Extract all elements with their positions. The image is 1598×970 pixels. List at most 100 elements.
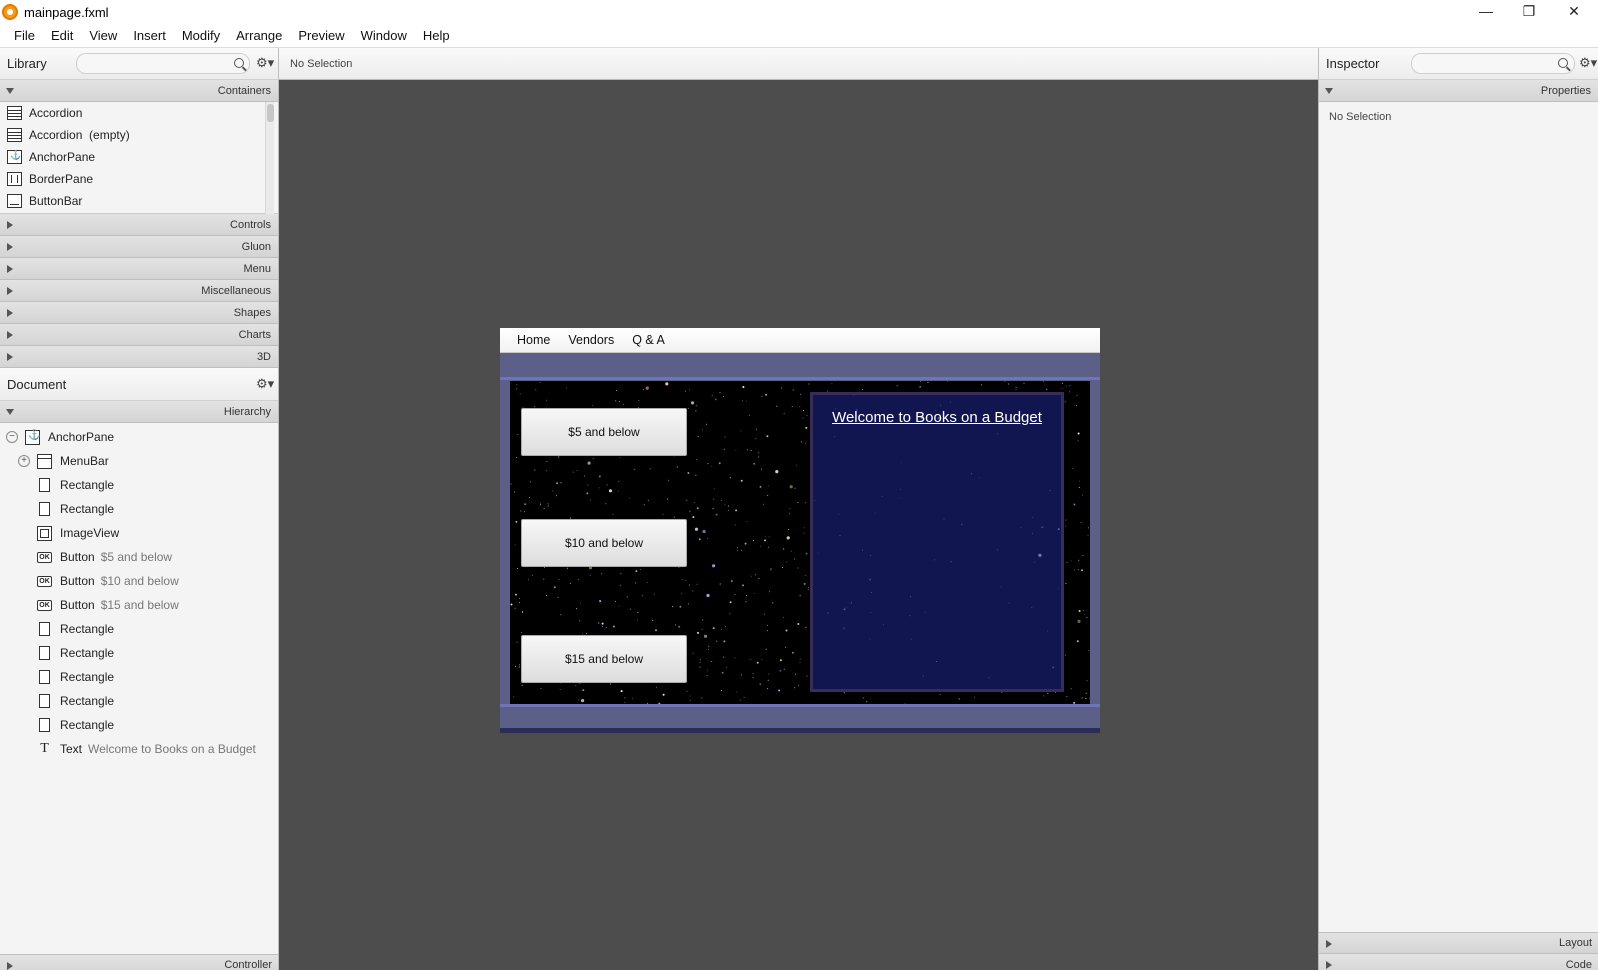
button-15-and-below[interactable]: $15 and below: [521, 635, 687, 683]
form-preview[interactable]: Home Vendors Q & A $5 and below $10 and …: [500, 328, 1100, 733]
preview-menu-home[interactable]: Home: [508, 333, 559, 347]
star: [789, 485, 793, 489]
star: [1085, 698, 1087, 699]
menu-window[interactable]: Window: [353, 28, 415, 43]
preview-menu-vendors[interactable]: Vendors: [559, 333, 623, 347]
section-hierarchy[interactable]: Hierarchy: [0, 401, 278, 423]
inspector-title: Inspector: [1326, 56, 1380, 71]
star: [755, 438, 757, 440]
button-5-and-below[interactable]: $5 and below: [521, 408, 687, 456]
star: [635, 583, 637, 585]
section-3d[interactable]: 3D: [0, 346, 278, 368]
star: [749, 658, 751, 660]
section-controller[interactable]: Controller: [0, 954, 278, 970]
expand-icon[interactable]: +: [18, 455, 30, 467]
scroll-thumb[interactable]: [267, 104, 274, 122]
tree-item-button[interactable]: OK Button $5 and below: [0, 545, 278, 569]
tree-item-button[interactable]: OK Button $15 and below: [0, 593, 278, 617]
library-item-buttonbar[interactable]: ButtonBar: [0, 190, 278, 212]
menu-preview[interactable]: Preview: [290, 28, 352, 43]
close-button[interactable]: ✕: [1551, 0, 1597, 22]
star: [791, 651, 794, 654]
star: [950, 561, 952, 563]
tree-item-rectangle[interactable]: Rectangle: [0, 641, 278, 665]
gear-icon[interactable]: ⚙▾: [1579, 55, 1597, 71]
section-controls[interactable]: Controls: [0, 214, 278, 236]
welcome-text[interactable]: Welcome to Books on a Budget: [813, 409, 1061, 426]
star: [795, 464, 797, 466]
section-layout[interactable]: Layout: [1319, 932, 1598, 954]
restore-button[interactable]: ❐: [1506, 0, 1552, 22]
star: [724, 503, 726, 505]
star: [1041, 526, 1044, 529]
star: [1083, 610, 1084, 611]
section-properties[interactable]: Properties: [1319, 80, 1598, 102]
menu-edit[interactable]: Edit: [43, 28, 81, 43]
star: [1020, 527, 1022, 528]
collapse-icon[interactable]: −: [6, 431, 18, 443]
star: [626, 596, 628, 598]
star: [643, 504, 645, 506]
star: [1057, 528, 1060, 531]
preview-menu-qa[interactable]: Q & A: [623, 333, 674, 347]
tree-item-rectangle[interactable]: Rectangle: [0, 497, 278, 521]
star: [582, 689, 585, 692]
library-item-accordion-empty[interactable]: Accordion (empty): [0, 124, 278, 146]
tree-item-rectangle[interactable]: Rectangle: [0, 689, 278, 713]
section-containers[interactable]: Containers: [0, 80, 278, 102]
section-gluon[interactable]: Gluon: [0, 236, 278, 258]
star: [754, 574, 756, 576]
menu-file[interactable]: File: [6, 28, 43, 43]
star: [922, 675, 924, 677]
star: [772, 602, 774, 604]
star: [791, 406, 793, 408]
library-item-accordion[interactable]: Accordion: [0, 102, 278, 124]
star: [601, 573, 603, 575]
star: [701, 429, 703, 431]
library-item-anchorpane[interactable]: AnchorPane: [0, 146, 278, 168]
tree-item-menubar[interactable]: + MenuBar: [0, 449, 278, 473]
tree-item-rectangle[interactable]: Rectangle: [0, 473, 278, 497]
minimize-button[interactable]: —: [1463, 0, 1509, 22]
star: [719, 392, 721, 394]
star: [696, 583, 698, 585]
section-shapes[interactable]: Shapes: [0, 302, 278, 324]
star: [1070, 560, 1072, 562]
section-miscellaneous[interactable]: Miscellaneous: [0, 280, 278, 302]
borderpane-icon: [7, 172, 22, 186]
star: [799, 595, 801, 597]
section-code[interactable]: Code: [1319, 954, 1598, 970]
star: [807, 587, 809, 589]
menu-modify[interactable]: Modify: [174, 28, 228, 43]
star: [624, 701, 626, 703]
section-charts[interactable]: Charts: [0, 324, 278, 346]
button-10-and-below[interactable]: $10 and below: [521, 519, 687, 567]
menu-insert[interactable]: Insert: [125, 28, 174, 43]
star: [615, 390, 617, 391]
menu-arrange[interactable]: Arrange: [228, 28, 290, 43]
star: [869, 638, 871, 640]
library-search-input[interactable]: [76, 53, 250, 74]
tree-item-button[interactable]: OK Button $10 and below: [0, 569, 278, 593]
library-item-borderpane[interactable]: BorderPane: [0, 168, 278, 190]
tree-item-rectangle[interactable]: Rectangle: [0, 617, 278, 641]
menu-help[interactable]: Help: [415, 28, 458, 43]
tree-item-anchorpane[interactable]: − AnchorPane: [0, 425, 278, 449]
gear-icon[interactable]: ⚙▾: [256, 376, 274, 392]
tree-item-text[interactable]: T Text Welcome to Books on a Budget: [0, 737, 278, 761]
tree-type: Text: [60, 742, 83, 756]
library-scrollbar[interactable]: [265, 102, 274, 214]
menu-view[interactable]: View: [81, 28, 125, 43]
star: [540, 503, 542, 505]
tree-item-rectangle[interactable]: Rectangle: [0, 713, 278, 737]
gear-icon[interactable]: ⚙▾: [256, 55, 274, 71]
star: [788, 529, 790, 530]
tree-item-imageview[interactable]: ImageView: [0, 521, 278, 545]
tree-item-rectangle[interactable]: Rectangle: [0, 665, 278, 689]
star: [1004, 381, 1006, 382]
section-menu[interactable]: Menu: [0, 258, 278, 280]
star: [697, 436, 699, 438]
star: [647, 499, 649, 501]
star: [862, 549, 864, 551]
inspector-search-input[interactable]: [1411, 53, 1575, 74]
